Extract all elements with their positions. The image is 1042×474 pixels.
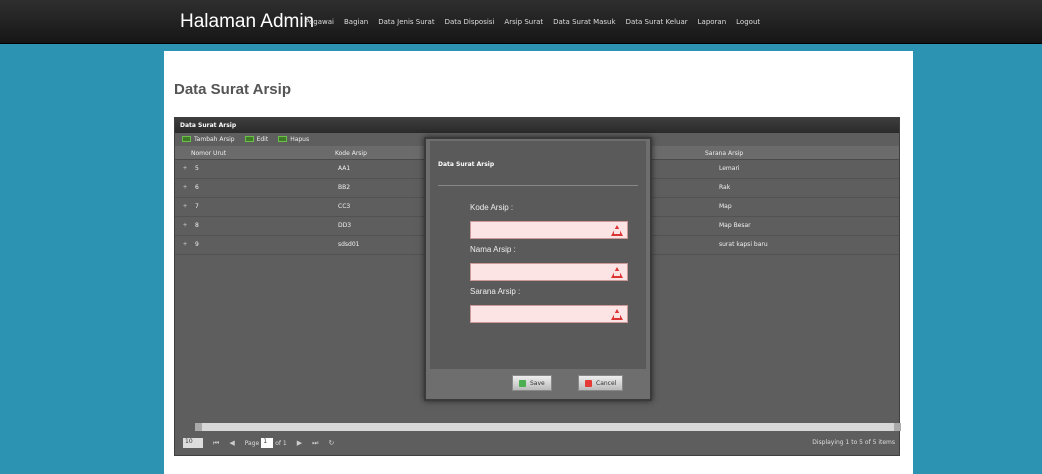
cell-kode-arsip: CC3 (338, 203, 351, 210)
pagination-bar: 10 ⏮ ◀ Page 1 of 1 ▶ ⏭ ↻ Displaying 1 to… (175, 432, 899, 454)
col-header-nomor-urut[interactable]: Nomor Urut (191, 150, 226, 157)
top-navbar: Halaman Admin Pegawai Bagian Data Jenis … (0, 0, 1042, 44)
cell-nomor-urut: 5 (195, 165, 199, 172)
warning-icon (611, 225, 623, 236)
check-icon (519, 379, 526, 387)
cell-sarana-arsip: Rak (719, 184, 731, 191)
last-page-icon[interactable]: ⏭ (312, 439, 318, 448)
cell-nomor-urut: 6 (195, 184, 199, 191)
expand-icon[interactable]: + (183, 222, 187, 229)
panel-title: Data Surat Arsip (175, 118, 899, 133)
page-number-input[interactable]: 1 (261, 438, 274, 448)
pager-info: Displaying 1 to 5 of 5 items (812, 439, 895, 446)
nav-item-jenis-surat[interactable]: Data Jenis Surat (378, 18, 434, 26)
kode-arsip-label: Kode Arsip : (470, 203, 514, 212)
cell-sarana-arsip: surat kapsi baru (719, 241, 768, 248)
arsip-dialog: Data Surat Arsip Kode Arsip : Nama Arsip… (424, 137, 652, 401)
horizontal-scrollbar[interactable] (195, 423, 901, 431)
cell-sarana-arsip: Map (719, 203, 732, 210)
sarana-arsip-label: Sarana Arsip : (470, 287, 521, 296)
expand-icon[interactable]: + (183, 184, 187, 191)
kode-arsip-input[interactable] (470, 221, 628, 239)
nav-item-bagian[interactable]: Bagian (344, 18, 368, 26)
nav-item-arsip-surat[interactable]: Arsip Surat (504, 18, 543, 26)
cell-kode-arsip: sdsd01 (338, 241, 360, 248)
page-size-select[interactable]: 10 (183, 438, 203, 448)
nav-item-disposisi[interactable]: Data Disposisi (445, 18, 495, 26)
edit-icon (244, 136, 254, 142)
cancel-button[interactable]: Cancel (578, 375, 624, 391)
add-arsip-button[interactable]: Tambah Arsip (182, 136, 235, 143)
main-nav: Pegawai Bagian Data Jenis Surat Data Dis… (305, 0, 770, 44)
dialog-footer: Save Cancel (430, 372, 646, 398)
cell-nomor-urut: 8 (195, 222, 199, 229)
cell-nomor-urut: 7 (195, 203, 199, 210)
save-button[interactable]: Save (512, 375, 552, 391)
cancel-label: Cancel (596, 379, 617, 387)
warning-icon (611, 267, 623, 278)
nama-arsip-label: Nama Arsip : (470, 245, 516, 254)
cell-nomor-urut: 9 (195, 241, 199, 248)
dialog-body: Data Surat Arsip Kode Arsip : Nama Arsip… (430, 141, 646, 369)
nav-item-surat-masuk[interactable]: Data Surat Masuk (553, 18, 615, 26)
dialog-divider (438, 185, 638, 186)
sarana-arsip-input[interactable] (470, 305, 628, 323)
scroll-right-icon[interactable] (894, 423, 901, 431)
page-of-label: of 1 (275, 439, 287, 447)
prev-page-icon[interactable]: ◀ (229, 439, 234, 447)
first-page-icon[interactable]: ⏮ (213, 439, 219, 448)
expand-icon[interactable]: + (183, 165, 187, 172)
col-header-kode-arsip[interactable]: Kode Arsip (335, 150, 367, 157)
refresh-icon[interactable]: ↻ (328, 439, 334, 447)
nav-item-pegawai[interactable]: Pegawai (305, 18, 334, 26)
save-label: Save (530, 379, 545, 387)
scroll-left-icon[interactable] (195, 423, 202, 431)
col-header-sarana-arsip[interactable]: Sarana Arsip (705, 150, 743, 157)
add-arsip-label: Tambah Arsip (194, 135, 235, 143)
brand-title[interactable]: Halaman Admin (180, 11, 314, 33)
nav-item-surat-keluar[interactable]: Data Surat Keluar (626, 18, 688, 26)
page-label: Page (244, 439, 260, 447)
dialog-title: Data Surat Arsip (438, 161, 495, 168)
edit-button[interactable]: Edit (244, 135, 269, 143)
cell-sarana-arsip: Lemari (719, 165, 740, 172)
cell-kode-arsip: AA1 (338, 165, 351, 172)
expand-icon[interactable]: + (183, 203, 187, 210)
nama-arsip-input[interactable] (470, 263, 628, 281)
cell-kode-arsip: DD3 (338, 222, 352, 229)
next-page-icon[interactable]: ▶ (297, 439, 302, 447)
delete-icon (278, 136, 288, 142)
cell-kode-arsip: BB2 (338, 184, 351, 191)
delete-label: Hapus (290, 135, 310, 143)
nav-item-logout[interactable]: Logout (736, 18, 760, 26)
warning-icon (611, 309, 623, 320)
edit-label: Edit (256, 135, 269, 143)
delete-button[interactable]: Hapus (278, 136, 309, 143)
expand-icon[interactable]: + (183, 241, 187, 248)
cell-sarana-arsip: Map Besar (719, 222, 751, 229)
cancel-icon (585, 379, 592, 387)
page-title: Data Surat Arsip (174, 81, 291, 98)
nav-item-laporan[interactable]: Laporan (698, 18, 727, 26)
add-icon (182, 136, 191, 142)
